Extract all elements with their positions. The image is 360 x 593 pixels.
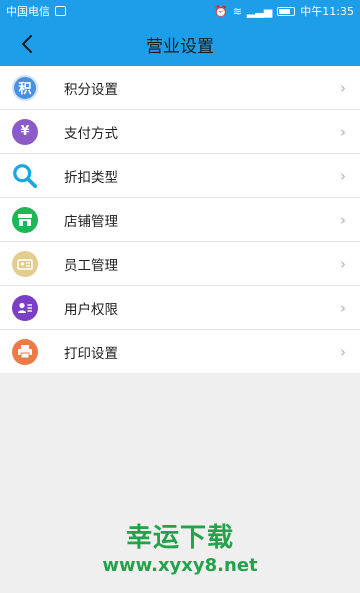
battery-icon xyxy=(277,6,296,16)
menu-item-label: 积分设置 xyxy=(64,81,118,98)
menu-item-user-permissions[interactable]: 用户权限 › xyxy=(0,286,360,330)
chevron-right-icon: › xyxy=(340,78,346,97)
user-card-icon xyxy=(12,294,38,321)
chevron-right-icon: › xyxy=(340,254,346,273)
menu-item-label: 店铺管理 xyxy=(64,213,118,230)
menu-item-label: 支付方式 xyxy=(64,125,118,142)
menu-item-discount-type[interactable]: 折扣类型 › xyxy=(0,154,360,198)
printer-icon xyxy=(12,338,38,365)
signal-icon: ▂▃▅ xyxy=(246,4,273,18)
menu-item-staff-management[interactable]: 员工管理 › xyxy=(0,242,360,286)
store-icon xyxy=(12,206,38,233)
chevron-left-icon xyxy=(21,35,32,53)
back-button[interactable] xyxy=(12,29,42,59)
chevron-right-icon: › xyxy=(340,210,346,229)
menu-item-label: 员工管理 xyxy=(64,257,118,274)
watermark-url: www.xyxy8.net xyxy=(102,555,258,576)
menu-item-print-settings[interactable]: 打印设置 › xyxy=(0,330,360,373)
yen-icon-char: ¥ xyxy=(20,124,30,139)
chevron-right-icon: › xyxy=(340,166,346,185)
menu-item-payment-method[interactable]: ¥ 支付方式 › xyxy=(0,110,360,154)
status-bar: 中国电信 ⏰ ≋ ▂▃▅ 中午11:35 xyxy=(0,0,360,22)
telegram-icon xyxy=(55,6,66,16)
menu-item-store-management[interactable]: 店铺管理 › xyxy=(0,198,360,242)
staff-icon xyxy=(12,250,38,277)
wifi-icon: ≋ xyxy=(232,4,242,18)
settings-list: 积 积分设置 › ¥ 支付方式 › 折扣类型 › 店铺管理 › 员工管理 › 用… xyxy=(0,66,360,373)
status-time: 中午11:35 xyxy=(300,5,354,18)
chevron-right-icon: › xyxy=(340,342,346,361)
search-icon xyxy=(12,163,38,189)
alarm-icon: ⏰ xyxy=(213,4,228,18)
menu-item-label: 折扣类型 xyxy=(64,169,118,186)
yen-icon: ¥ xyxy=(12,118,38,145)
carrier-label: 中国电信 xyxy=(6,5,50,18)
menu-item-label: 打印设置 xyxy=(64,345,118,362)
watermark-title: 幸运下载 xyxy=(125,523,234,553)
menu-item-points-settings[interactable]: 积 积分设置 › xyxy=(0,66,360,110)
menu-item-label: 用户权限 xyxy=(64,301,118,318)
watermark: 幸运下载 www.xyxy8.net xyxy=(0,523,360,577)
chevron-right-icon: › xyxy=(340,298,346,317)
nav-bar: 营业设置 xyxy=(0,22,360,66)
chevron-right-icon: › xyxy=(340,122,346,141)
points-icon: 积 xyxy=(12,74,38,101)
page-title: 营业设置 xyxy=(146,36,214,57)
points-icon-char: 积 xyxy=(18,82,32,97)
